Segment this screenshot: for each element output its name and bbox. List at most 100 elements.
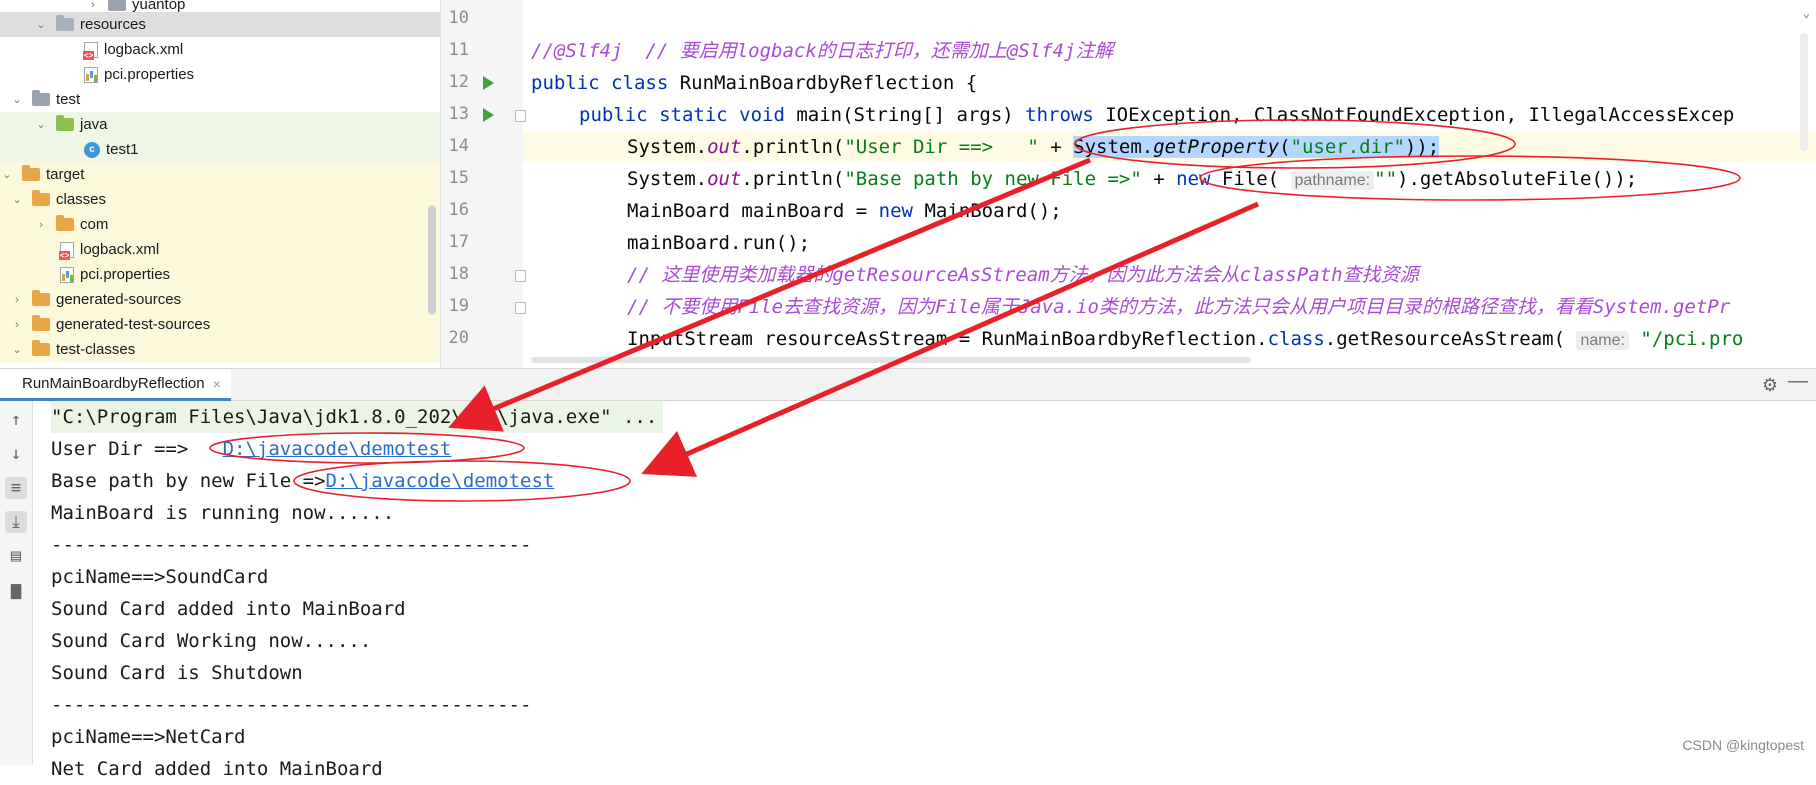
folder-icon	[108, 0, 126, 11]
fold-icon[interactable]	[515, 302, 526, 314]
resources-folder-icon	[56, 15, 74, 31]
chevron-down-icon[interactable]: ⌄	[0, 168, 14, 181]
chevron-down-icon[interactable]: ⌄	[10, 343, 24, 356]
chevron-right-icon[interactable]: ›	[34, 219, 48, 231]
folder-icon	[32, 290, 50, 306]
console-line: pciName==>SoundCard	[51, 566, 269, 588]
folder-icon	[32, 190, 50, 206]
console-base-path-line: Base path by new File =>D:\javacode\demo…	[51, 470, 555, 492]
soft-wrap-icon[interactable]: ≡	[5, 477, 27, 499]
code-line-14: System.out.println("User Dir ==> " + Sys…	[627, 136, 1440, 158]
line-number: 19	[448, 296, 469, 316]
folder-icon	[56, 215, 74, 231]
chevron-down-icon[interactable]: ⌄	[10, 193, 24, 206]
parameter-hint: pathname:	[1290, 171, 1375, 190]
xml-file-icon	[59, 241, 74, 260]
code-line-11: //@Slf4j // 要启用logback的日志打印，还需加上@Slf4j注解	[531, 40, 1114, 62]
code-line-15: System.out.println("Base path by new Fil…	[627, 168, 1638, 190]
class-icon: c	[84, 141, 100, 158]
xml-file-icon	[83, 41, 98, 60]
tree-item-label: generated-test-sources	[56, 316, 211, 333]
console-line: ----------------------------------------…	[51, 694, 532, 716]
run-tool-window-header: RunMainBoardbyReflection × ⚙ —	[0, 368, 1816, 401]
console-toolbar: ↑ ↓ ≡ ⤓ ▤ ▆	[0, 401, 33, 765]
tree-scrollbar[interactable]	[428, 205, 436, 315]
line-number: 16	[448, 200, 469, 220]
trash-icon[interactable]: ▆	[5, 579, 27, 601]
tree-item-pci-properties-target[interactable]: pci.properties	[0, 262, 440, 287]
line-number: 10	[448, 8, 469, 28]
tree-item-label: test-classes	[56, 341, 136, 358]
print-icon[interactable]: ▤	[5, 545, 27, 567]
chevron-right-icon[interactable]: ›	[10, 319, 24, 331]
tree-item-test-classes[interactable]: ⌄ test-classes	[0, 337, 440, 362]
watermark: CSDN @kingtopest	[1682, 737, 1804, 753]
tree-item-label: pci.properties	[104, 66, 195, 83]
tree-item-label: pci.properties	[80, 266, 171, 283]
console-command-line: "C:\Program Files\Java\jdk1.8.0_202\bin\…	[51, 401, 664, 433]
code-line-19: // 不要使用File去查找资源，因为File属于Java.io类的方法，此方法…	[627, 296, 1731, 318]
user-dir-path-link[interactable]: D:\javacode\demotest	[223, 438, 452, 460]
tree-item-classes[interactable]: ⌄ classes	[0, 187, 440, 212]
run-gutter-icon[interactable]	[483, 108, 494, 122]
line-number: 14	[448, 136, 469, 156]
tree-item-logback-xml[interactable]: logback.xml	[0, 37, 440, 62]
console-line: ----------------------------------------…	[51, 534, 532, 556]
tree-item-generated-test-sources[interactable]: › generated-test-sources	[0, 312, 440, 337]
properties-file-icon	[84, 66, 98, 83]
tab-run-configuration[interactable]: RunMainBoardbyReflection ×	[0, 369, 231, 401]
minimize-icon[interactable]: —	[1788, 370, 1808, 393]
line-number: 13	[448, 104, 469, 124]
tree-item-target[interactable]: ⌄ target	[0, 162, 440, 187]
parameter-hint: name:	[1576, 331, 1629, 350]
close-icon[interactable]: ×	[213, 376, 221, 392]
run-gutter-icon[interactable]	[483, 76, 494, 90]
tab-label: RunMainBoardbyReflection	[22, 375, 205, 392]
code-line-17: mainBoard.run();	[627, 232, 811, 254]
console-line: Net Card added into MainBoard	[51, 758, 383, 780]
chevron-down-icon[interactable]: ⌄	[10, 93, 24, 106]
chevron-right-icon[interactable]: ›	[10, 294, 24, 306]
tree-item-test[interactable]: ⌄ test	[0, 87, 440, 112]
tree-item-com[interactable]: › com	[0, 212, 440, 237]
line-number: 20	[448, 328, 469, 348]
tree-item-logback-xml-target[interactable]: logback.xml	[0, 237, 440, 262]
code-line-12: public class RunMainBoardbyReflection {	[531, 72, 978, 94]
folder-icon	[32, 90, 50, 106]
fold-icon[interactable]	[515, 270, 526, 282]
test-folder-icon	[56, 115, 74, 131]
gear-icon[interactable]: ⚙	[1762, 375, 1778, 396]
tree-item-java[interactable]: ⌄ java	[0, 112, 440, 137]
folder-icon	[32, 315, 50, 331]
tree-item-label: resources	[80, 16, 146, 33]
chevron-down-icon[interactable]: ⌄	[1803, 6, 1810, 20]
up-arrow-icon[interactable]: ↑	[5, 409, 27, 431]
chevron-down-icon[interactable]: ⌄	[34, 118, 48, 131]
code-editor[interactable]: 10 11 12 13 14 15 16 17 18 19 20 //@Slf4…	[441, 0, 1816, 368]
chevron-right-icon[interactable]: ›	[86, 0, 100, 11]
scroll-to-end-icon[interactable]: ⤓	[5, 511, 27, 533]
console-line: Sound Card added into MainBoard	[51, 598, 406, 620]
run-console[interactable]: ↑ ↓ ≡ ⤓ ▤ ▆ "C:\Program Files\Java\jdk1.…	[0, 401, 1816, 780]
down-arrow-icon[interactable]: ↓	[5, 443, 27, 465]
console-user-dir-line: User Dir ==> D:\javacode\demotest	[51, 438, 452, 460]
tree-item-label: generated-sources	[56, 291, 182, 308]
fold-icon[interactable]	[515, 110, 526, 122]
tree-item-generated-sources[interactable]: › generated-sources	[0, 287, 440, 312]
folder-icon	[22, 165, 40, 181]
tree-item-label: logback.xml	[80, 241, 160, 258]
tree-item-label: java	[80, 116, 108, 133]
tree-item-test1[interactable]: c test1	[0, 137, 440, 162]
project-tree: › yuantop ⌄ resources logback.xml pci.pr…	[0, 0, 441, 368]
console-line: MainBoard is running now......	[51, 502, 395, 524]
line-number: 11	[448, 40, 469, 60]
tree-item-pci-properties[interactable]: pci.properties	[0, 62, 440, 87]
chevron-down-icon[interactable]: ⌄	[34, 18, 48, 31]
editor-horizontal-scrollbar[interactable]	[531, 357, 1251, 363]
base-path-link[interactable]: D:\javacode\demotest	[326, 470, 555, 492]
line-number: 17	[448, 232, 469, 252]
console-line: Sound Card Working now......	[51, 630, 372, 652]
editor-vertical-scrollbar[interactable]	[1800, 33, 1808, 151]
code-line-13: public static void main(String[] args) t…	[579, 104, 1735, 126]
tree-item-resources[interactable]: ⌄ resources	[0, 12, 440, 37]
